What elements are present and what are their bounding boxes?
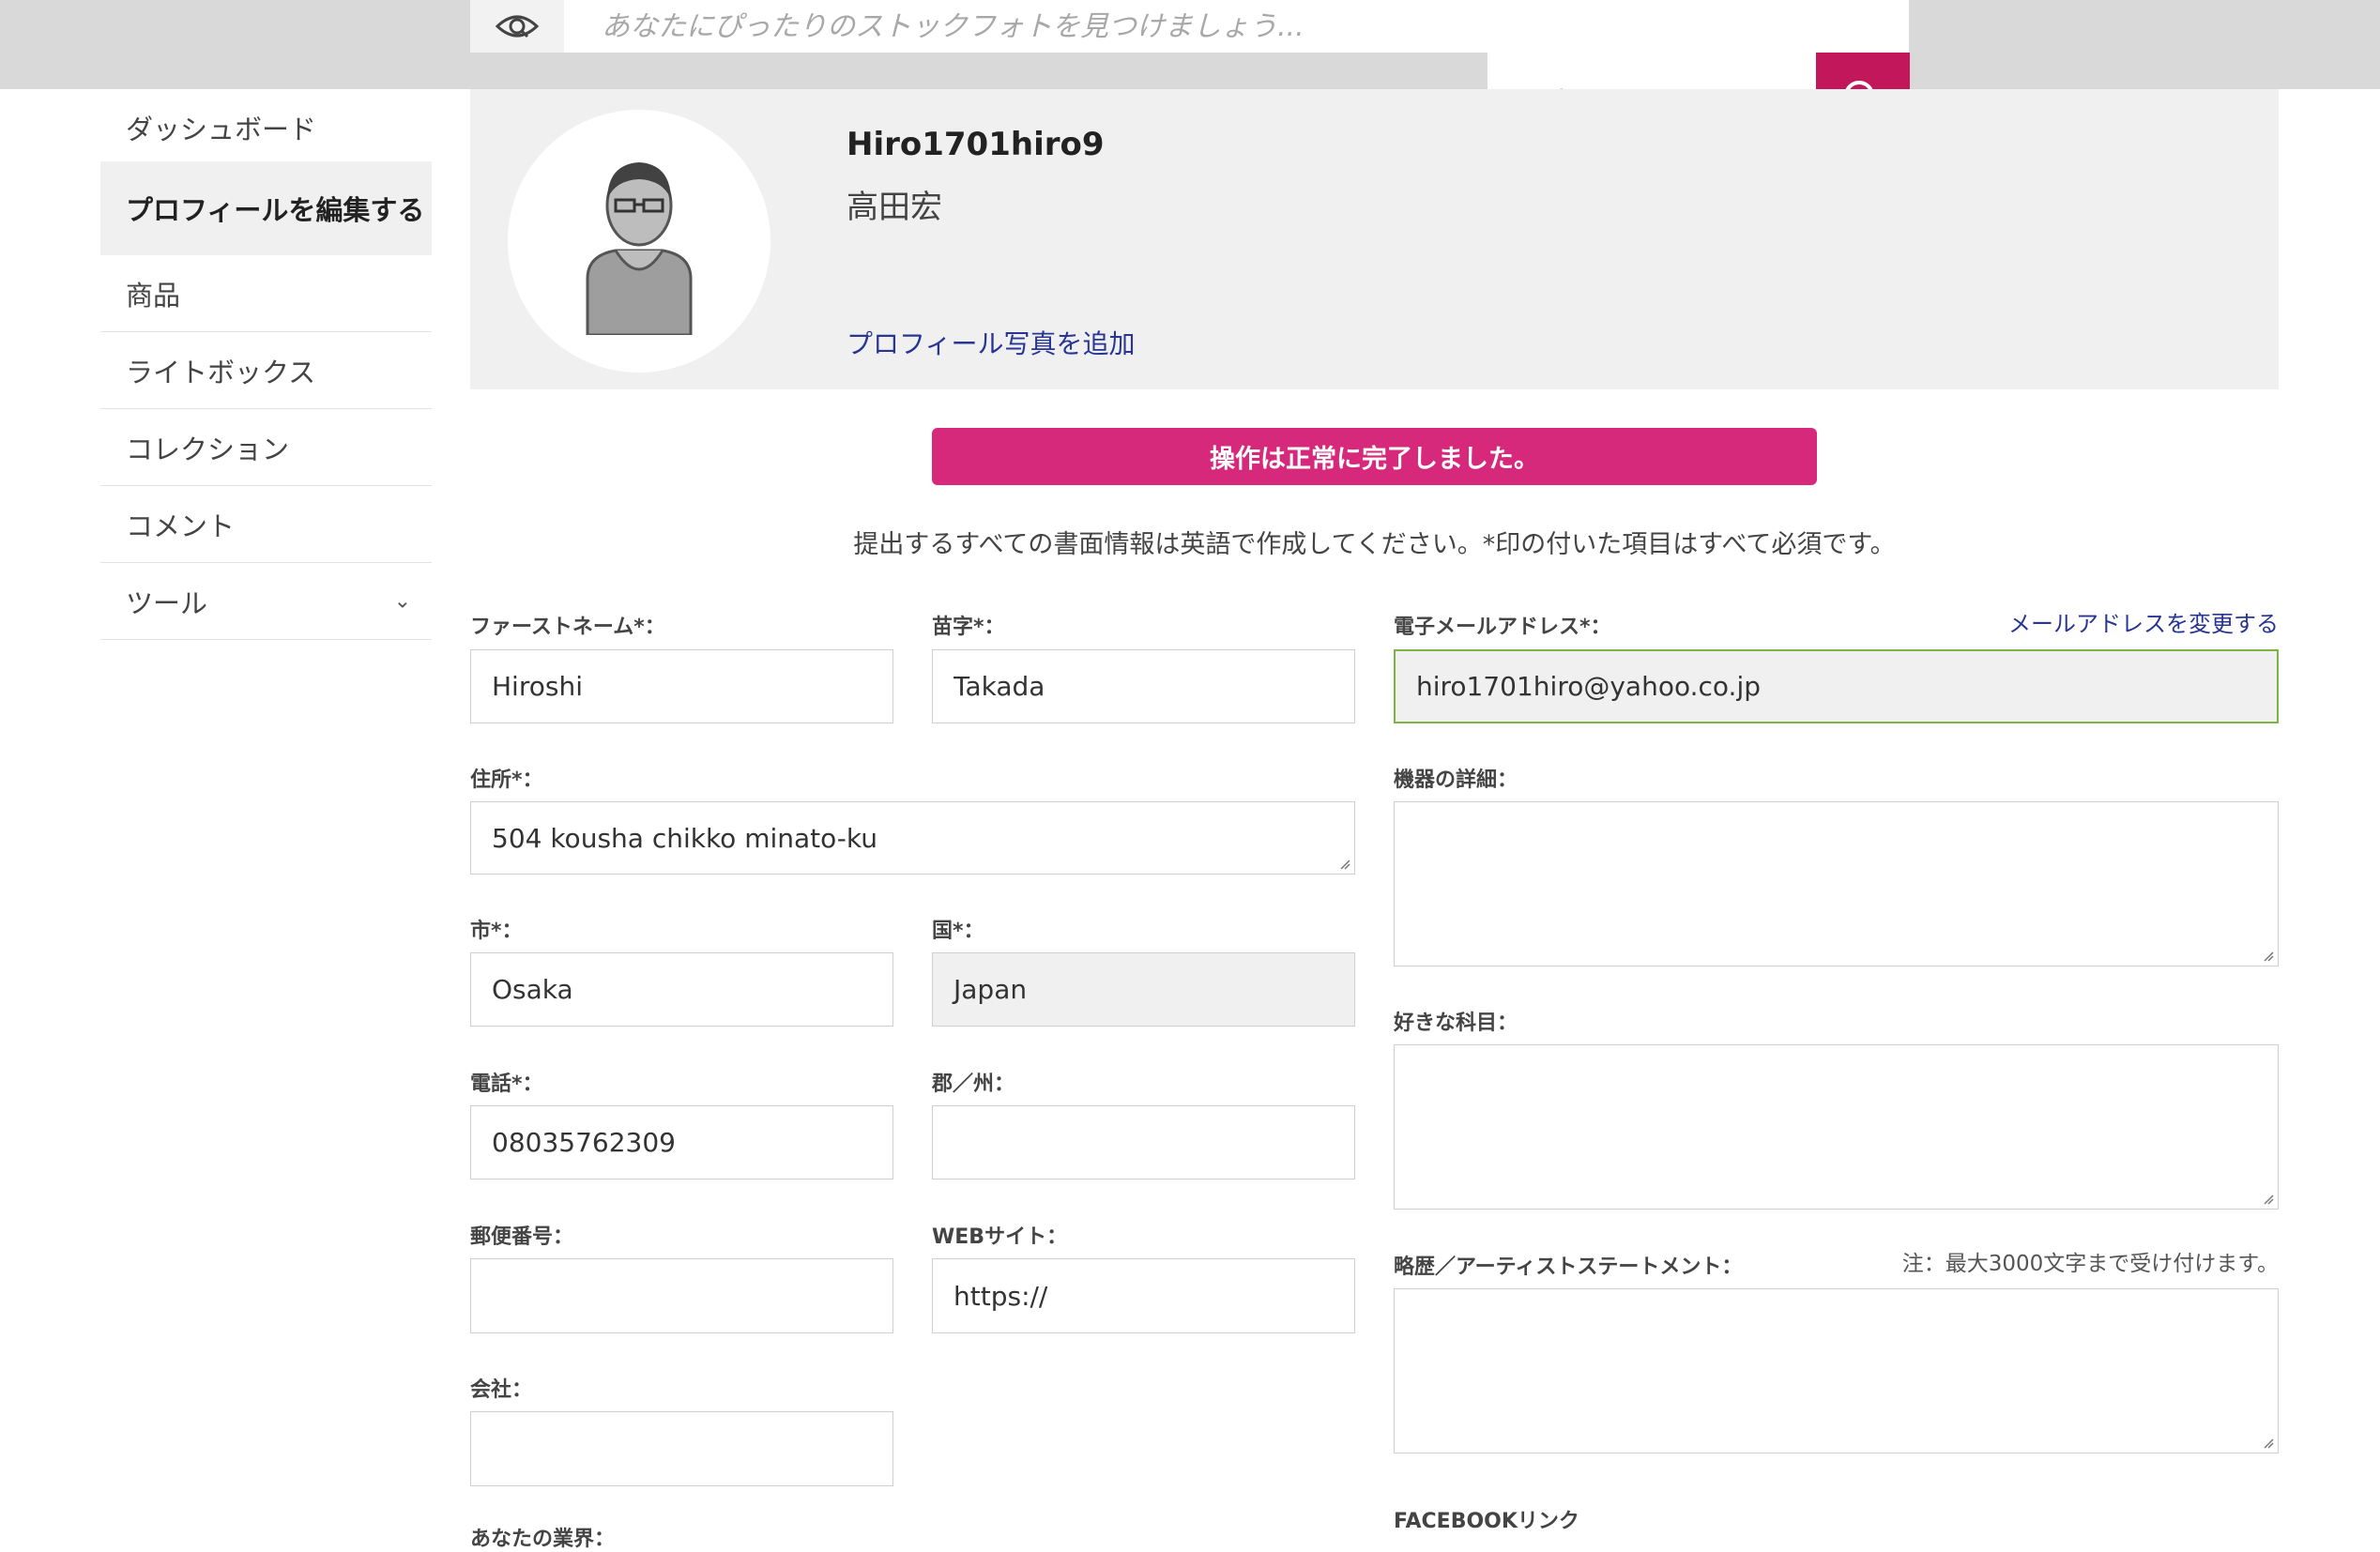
occupation-label: あなたの業界： xyxy=(470,1528,616,1551)
equipment-field[interactable] xyxy=(1394,801,2279,966)
sidebar-item-edit-profile[interactable]: プロフィールを編集する xyxy=(100,161,432,255)
email-label: 電子メールアドレス*： xyxy=(1394,616,1611,639)
first-name-field[interactable] xyxy=(470,649,893,723)
favorite-subjects-label: 好きな科目： xyxy=(1394,1012,1518,1035)
website-label: WEBサイト： xyxy=(932,1225,1068,1249)
resize-handle-icon[interactable] xyxy=(2263,1194,2274,1205)
equipment-label: 機器の詳細： xyxy=(1394,768,1518,792)
state-label: 郡／州： xyxy=(932,1073,1015,1096)
bio-field[interactable] xyxy=(1394,1288,2279,1453)
bio-hint: 注：最大3000文字まで受け付けます。 xyxy=(1901,1252,2279,1276)
avatar[interactable] xyxy=(508,110,770,373)
website-field[interactable] xyxy=(932,1258,1355,1333)
company-field[interactable] xyxy=(470,1411,893,1486)
address-field[interactable]: 504 kousha chikko minato-ku xyxy=(470,801,1355,875)
email-field[interactable] xyxy=(1394,649,2279,723)
real-name: 高田宏 xyxy=(847,189,942,226)
search-input[interactable] xyxy=(564,0,1909,53)
form-notice: 提出するすべての書面情報は英語で作成してください。*印の付いた項目はすべて必須で… xyxy=(853,530,1896,559)
company-label: 会社： xyxy=(470,1378,533,1402)
chevron-down-icon[interactable]: ⌄ xyxy=(394,589,411,613)
sidebar-item-dashboard[interactable]: ダッシュボード xyxy=(100,94,432,161)
sidebar: ダッシュボード プロフィールを編集する 商品 ライトボックス コレクション コメ… xyxy=(100,94,432,640)
visual-search-icon[interactable] xyxy=(470,0,564,53)
state-field[interactable] xyxy=(932,1105,1355,1179)
city-label: 市*： xyxy=(470,920,523,943)
postal-code-label: 郵便番号： xyxy=(470,1225,574,1249)
sidebar-item-lightbox[interactable]: ライトボックス xyxy=(100,332,432,409)
username: Hiro1701hiro9 xyxy=(847,126,1105,163)
sidebar-item-collections[interactable]: コレクション xyxy=(100,409,432,486)
phone-field[interactable] xyxy=(470,1105,893,1179)
facebook-label: FACEBOOKリンク xyxy=(1394,1510,1579,1533)
city-field[interactable] xyxy=(470,952,893,1027)
sidebar-item-tools[interactable]: ツール ⌄ xyxy=(100,563,432,640)
change-email-link[interactable]: メールアドレスを変更する xyxy=(2008,605,2279,638)
resize-handle-icon[interactable] xyxy=(2263,1438,2274,1449)
resize-handle-icon[interactable] xyxy=(2263,951,2274,962)
add-profile-photo-link[interactable]: プロフィール写真を追加 xyxy=(847,324,1135,361)
country-field: Japan xyxy=(932,952,1355,1027)
sidebar-item-comments[interactable]: コメント xyxy=(100,486,432,563)
address-label: 住所*： xyxy=(470,768,543,792)
first-name-label: ファーストネーム*： xyxy=(470,616,665,639)
postal-code-field[interactable] xyxy=(470,1258,893,1333)
sidebar-item-products[interactable]: 商品 xyxy=(100,255,432,332)
user-avatar-icon xyxy=(586,162,693,335)
last-name-field[interactable] xyxy=(932,649,1355,723)
bio-label: 略歴／アーティストステートメント： xyxy=(1394,1255,1743,1279)
resize-handle-icon[interactable] xyxy=(1339,859,1350,870)
country-label: 国*： xyxy=(932,920,984,943)
favorite-subjects-field[interactable] xyxy=(1394,1044,2279,1210)
phone-label: 電話*： xyxy=(470,1073,543,1096)
success-alert: 操作は正常に完了しました。 xyxy=(932,428,1817,485)
last-name-label: 苗字*： xyxy=(932,616,1005,639)
